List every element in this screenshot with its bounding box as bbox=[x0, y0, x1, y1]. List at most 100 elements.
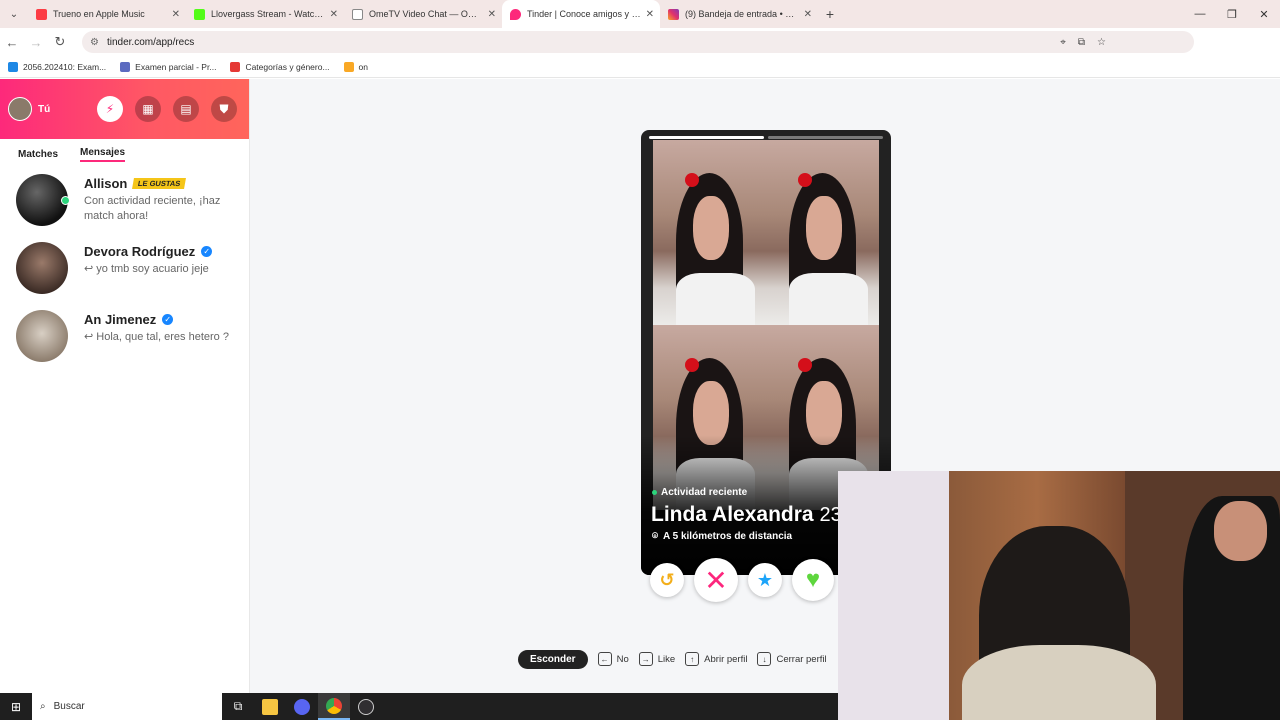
close-icon[interactable]: ✕ bbox=[646, 9, 654, 20]
close-icon[interactable]: ✕ bbox=[172, 9, 180, 20]
message-preview: Con actividad reciente, ¡haz match ahora… bbox=[84, 195, 221, 222]
activity-dot-icon bbox=[652, 490, 657, 495]
contact-name: An Jimenez bbox=[84, 312, 157, 327]
my-profile-avatar[interactable] bbox=[8, 97, 32, 121]
bookmark-item[interactable]: Categorías y género... bbox=[230, 61, 330, 72]
tinder-flame-icon bbox=[510, 8, 521, 20]
photo-tile bbox=[653, 140, 766, 325]
browser-tab-bar: ⌄ Trueno en Apple Music ✕ Llovergass Str… bbox=[0, 0, 1280, 28]
windows-taskbar: ⊞ ⌕ Buscar ⧉ bbox=[0, 693, 838, 720]
address-bar-row: ← → ↻ ⚙ tinder.com/app/recs ⌖ ⧉ ☆ ≡ ⋮ bbox=[0, 28, 1280, 77]
url-text: tinder.com/app/recs bbox=[106, 36, 195, 48]
super-like-button[interactable]: ★ bbox=[748, 563, 782, 597]
instagram-icon bbox=[668, 8, 679, 20]
tab-ometv[interactable]: OmeTV Video Chat — Omegle ✕ bbox=[344, 0, 502, 28]
search-placeholder: Buscar bbox=[53, 701, 85, 712]
bookmark-item[interactable]: 2056.202410: Exam... bbox=[8, 61, 106, 72]
bookmark-item[interactable]: Examen parcial - Pr... bbox=[120, 61, 217, 72]
photo-progress-bar bbox=[649, 136, 883, 139]
taskbar-search[interactable]: ⌕ Buscar bbox=[32, 693, 222, 720]
new-tab-button[interactable]: + bbox=[818, 6, 842, 22]
window-controls: — ❐ ✕ bbox=[1184, 0, 1280, 28]
url-input[interactable]: ⚙ tinder.com/app/recs ⌖ ⧉ ☆ bbox=[82, 31, 1194, 53]
tab-messages[interactable]: Mensajes bbox=[80, 147, 126, 162]
apple-music-icon bbox=[36, 8, 47, 20]
restore-icon[interactable]: ❐ bbox=[1216, 0, 1248, 28]
install-app-icon[interactable]: ⧉ bbox=[1078, 37, 1085, 48]
location-icon[interactable]: ⌖ bbox=[1060, 37, 1066, 48]
bookmark-icon bbox=[230, 61, 241, 72]
site-info-icon[interactable]: ⚙ bbox=[90, 37, 99, 48]
like-button[interactable]: ♥ bbox=[792, 559, 834, 601]
profile-name[interactable]: Linda Alexandra 23 bbox=[651, 503, 842, 527]
shortcut-item: → Like bbox=[638, 652, 676, 666]
message-item-allison[interactable]: Allison LE GUSTAS Con actividad reciente,… bbox=[0, 166, 249, 234]
boost-bolt-icon[interactable]: ⚡ bbox=[97, 96, 123, 122]
close-icon[interactable]: ✕ bbox=[804, 9, 812, 20]
forward-icon[interactable]: → bbox=[24, 35, 48, 50]
webcam-wall bbox=[838, 471, 949, 720]
close-window-icon[interactable]: ✕ bbox=[1248, 0, 1280, 28]
search-icon: ⌕ bbox=[40, 701, 46, 712]
avatar bbox=[16, 174, 70, 226]
shortcut-label: Abrir perfil bbox=[704, 653, 748, 665]
my-profile-label[interactable]: Tú bbox=[38, 104, 50, 115]
bookmarks-bar: 2056.202410: Exam... Examen parcial - Pr… bbox=[0, 56, 1280, 78]
tab-instagram[interactable]: (9) Bandeja de entrada • Chats ✕ bbox=[660, 0, 818, 28]
shield-icon[interactable]: ⛊ bbox=[211, 96, 237, 122]
tab-kick-stream[interactable]: Llovergass Stream - Watch Live ✕ bbox=[186, 0, 344, 28]
chrome-icon[interactable] bbox=[318, 693, 350, 720]
arrow-up-icon: ↑ bbox=[685, 652, 700, 666]
sidebar: Tú ⚡ ▦ ▤ ⛊ Matches Mensajes Allison LE GU… bbox=[0, 79, 250, 693]
rewind-button[interactable]: ↺ bbox=[650, 563, 684, 597]
shortcut-label: Cerrar perfil bbox=[776, 653, 827, 665]
briefcase-icon[interactable]: ▤ bbox=[173, 96, 199, 122]
bookmark-star-icon[interactable]: ☆ bbox=[1097, 37, 1106, 48]
online-indicator bbox=[61, 196, 70, 205]
distance: ⌾ A 5 kilómetros de distancia bbox=[652, 531, 792, 542]
action-buttons: ↺ ✕ ★ ♥ bbox=[650, 558, 840, 602]
bookmark-label: Categorías y género... bbox=[245, 61, 330, 72]
bookmark-label: Examen parcial - Pr... bbox=[135, 61, 217, 72]
message-item-an[interactable]: An Jimenez ✓ ↩ Hola, que tal, eres hetero… bbox=[0, 302, 249, 370]
file-explorer-icon[interactable] bbox=[254, 693, 286, 720]
avatar bbox=[16, 310, 68, 362]
task-view-icon[interactable]: ⧉ bbox=[222, 693, 254, 720]
keyboard-shortcuts: Esconder ← No → Like ↑ Abrir perfil ↓ Cerrar… bbox=[518, 649, 827, 669]
shortcut-label: No bbox=[616, 653, 629, 665]
close-icon[interactable]: ✕ bbox=[330, 9, 338, 20]
likes-you-badge: LE GUSTAS bbox=[132, 178, 187, 189]
activity-label: Actividad reciente bbox=[661, 487, 748, 498]
verified-icon: ✓ bbox=[162, 314, 174, 325]
bookmark-item[interactable]: on bbox=[343, 61, 368, 72]
shortcut-label: Like bbox=[657, 653, 676, 665]
explore-icon[interactable]: ▦ bbox=[135, 96, 161, 122]
message-preview: ↩ yo tmb soy acuario jeje bbox=[84, 263, 209, 275]
tab-title: Trueno en Apple Music bbox=[53, 9, 145, 19]
recent-activity: Actividad reciente bbox=[652, 487, 747, 498]
kick-icon bbox=[194, 8, 205, 20]
tab-tinder[interactable]: Tinder | Conoce amigos y gente ✕ bbox=[502, 0, 660, 28]
discord-icon[interactable] bbox=[286, 693, 318, 720]
tab-apple-music[interactable]: Trueno en Apple Music ✕ bbox=[28, 0, 186, 28]
minimize-icon[interactable]: — bbox=[1184, 0, 1216, 28]
progress-segment bbox=[649, 136, 764, 139]
tab-search-button[interactable]: ⌄ bbox=[0, 0, 28, 28]
shortcut-item: ↓ Cerrar perfil bbox=[757, 652, 827, 666]
contact-name: Allison bbox=[84, 176, 128, 191]
photo-tile bbox=[766, 140, 879, 325]
tab-title: Llovergass Stream - Watch Live bbox=[211, 9, 326, 19]
webcam-person-face bbox=[1213, 500, 1267, 561]
message-item-devora[interactable]: Devora Rodríguez ✓ ↩ yo tmb soy acuario j… bbox=[0, 234, 249, 302]
bookmark-icon bbox=[343, 61, 354, 72]
reload-icon[interactable]: ↻ bbox=[48, 34, 72, 50]
arrow-down-icon: ↓ bbox=[757, 652, 772, 666]
windows-start-icon[interactable]: ⊞ bbox=[0, 700, 32, 714]
tab-matches[interactable]: Matches bbox=[18, 149, 58, 160]
nope-button[interactable]: ✕ bbox=[694, 558, 738, 602]
obs-icon[interactable] bbox=[350, 693, 382, 720]
hide-shortcuts-button[interactable]: Esconder bbox=[518, 649, 588, 669]
close-icon[interactable]: ✕ bbox=[488, 9, 496, 20]
back-icon[interactable]: ← bbox=[0, 35, 24, 50]
webcam-person-shirt bbox=[961, 645, 1157, 720]
